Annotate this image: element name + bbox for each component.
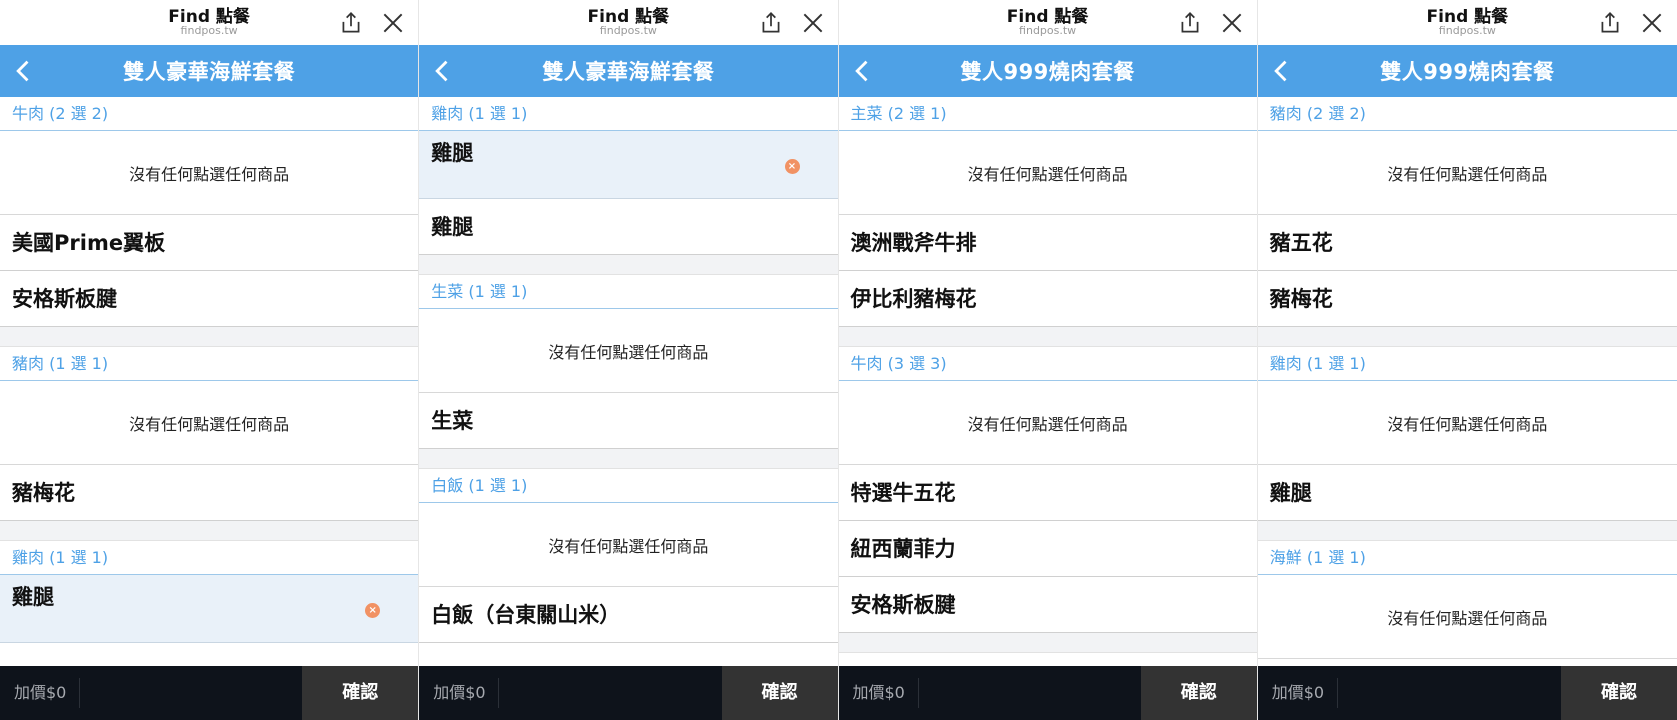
group-divider bbox=[1257, 327, 1677, 347]
option-groups: 豬肉 (2 選 2) 沒有任何點選任何商品 豬五花 豬梅花 雞肉 (1 選 1)… bbox=[1257, 97, 1677, 666]
option-item[interactable]: 雞腿 bbox=[419, 199, 838, 255]
confirm-button[interactable]: 確認 bbox=[302, 666, 419, 720]
extra-price-label: 加價$0 bbox=[1258, 678, 1338, 708]
option-item[interactable]: 安格斯板腱 bbox=[0, 271, 419, 327]
remove-selection-icon[interactable]: × bbox=[365, 603, 381, 618]
confirm-button[interactable]: 確認 bbox=[721, 666, 838, 720]
set-header: 雙人999燒肉套餐 bbox=[838, 45, 1257, 97]
option-groups: 雞肉 (1 選 1) 雞腿 × 雞腿 生菜 (1 選 1) 沒有任何點選任何商品… bbox=[419, 97, 838, 666]
phone-screen-4: Find 點餐 findpos.tw 雙人999燒肉套餐 豬肉 (2 選 2) … bbox=[1257, 0, 1677, 720]
close-icon[interactable] bbox=[380, 10, 406, 36]
share-icon[interactable] bbox=[758, 10, 784, 36]
empty-selection-text: 沒有任何點選任何商品 bbox=[1257, 131, 1677, 215]
extra-price-label: 加價$0 bbox=[839, 678, 919, 708]
empty-selection-text: 沒有任何點選任何商品 bbox=[0, 381, 419, 465]
option-item[interactable]: 豬五花 bbox=[1257, 215, 1677, 271]
selected-item: 雞腿 × bbox=[0, 575, 419, 643]
set-header: 雙人豪華海鮮套餐 bbox=[0, 45, 419, 97]
empty-selection-text: 沒有任何點選任何商品 bbox=[419, 309, 838, 393]
browser-top-bar: Find 點餐 findpos.tw bbox=[838, 0, 1257, 45]
phone-screen-2: Find 點餐 findpos.tw 雙人豪華海鮮套餐 雞肉 (1 選 1) 雞… bbox=[419, 0, 839, 720]
browser-top-bar: Find 點餐 findpos.tw bbox=[1257, 0, 1677, 45]
empty-selection-text: 沒有任何點選任何商品 bbox=[1257, 575, 1677, 659]
group-divider bbox=[838, 327, 1257, 347]
group-title: 豬肉 (1 選 1) bbox=[0, 347, 419, 381]
footer-bar: 加價$0 確認 bbox=[419, 666, 838, 720]
option-item[interactable]: 安格斯板腱 bbox=[838, 577, 1257, 633]
confirm-button[interactable]: 確認 bbox=[1140, 666, 1257, 720]
option-item[interactable]: 豬梅花 bbox=[0, 465, 419, 521]
footer-bar: 加價$0 確認 bbox=[838, 666, 1257, 720]
group-title: 雞肉 (1 選 1) bbox=[419, 97, 838, 131]
group-title: 牛肉 (3 選 3) bbox=[838, 347, 1257, 381]
back-chevron-icon[interactable] bbox=[10, 57, 38, 85]
browser-top-bar: Find 點餐 findpos.tw bbox=[419, 0, 838, 45]
phone-screen-3: Find 點餐 findpos.tw 雙人999燒肉套餐 主菜 (2 選 1) … bbox=[838, 0, 1258, 720]
empty-selection-text: 沒有任何點選任何商品 bbox=[419, 503, 838, 587]
group-title: 海鮮 (1 選 1) bbox=[1257, 541, 1677, 575]
option-item[interactable]: 生菜 bbox=[419, 393, 838, 449]
browser-top-bar: Find 點餐 findpos.tw bbox=[0, 0, 419, 45]
set-header: 雙人豪華海鮮套餐 bbox=[419, 45, 838, 97]
phone-screen-1: Find 點餐 findpos.tw 雙人豪華海鮮套餐 牛肉 (2 選 2) 沒… bbox=[0, 0, 420, 720]
screens-container: Find 點餐 findpos.tw 雙人豪華海鮮套餐 牛肉 (2 選 2) 沒… bbox=[0, 0, 1677, 720]
group-title: 生菜 (1 選 1) bbox=[419, 275, 838, 309]
group-title: 豬肉 (2 選 2) bbox=[1257, 97, 1677, 131]
option-groups: 牛肉 (2 選 2) 沒有任何點選任何商品 美國Prime翼板 安格斯板腱 豬肉… bbox=[0, 97, 419, 666]
footer-bar: 加價$0 確認 bbox=[0, 666, 419, 720]
option-groups: 主菜 (2 選 1) 沒有任何點選任何商品 澳洲戰斧牛排 伊比利豬梅花 牛肉 (… bbox=[838, 97, 1257, 666]
group-title: 雞肉 (1 選 1) bbox=[0, 541, 419, 575]
group-divider bbox=[1257, 521, 1677, 541]
option-item[interactable]: 美國Prime翼板 bbox=[0, 215, 419, 271]
group-divider bbox=[419, 255, 838, 275]
back-chevron-icon[interactable] bbox=[1268, 57, 1296, 85]
selected-item-label: 雞腿 bbox=[431, 141, 474, 165]
empty-selection-text: 沒有任何點選任何商品 bbox=[838, 381, 1257, 465]
selected-item-label: 雞腿 bbox=[12, 585, 54, 609]
close-icon[interactable] bbox=[1219, 10, 1245, 36]
set-header: 雙人999燒肉套餐 bbox=[1257, 45, 1677, 97]
empty-selection-text: 沒有任何點選任何商品 bbox=[838, 131, 1257, 215]
close-icon[interactable] bbox=[1639, 10, 1665, 36]
group-divider bbox=[0, 327, 419, 347]
back-chevron-icon[interactable] bbox=[429, 57, 457, 85]
set-title: 雙人豪華海鮮套餐 bbox=[542, 60, 715, 84]
group-title: 白飯 (1 選 1) bbox=[419, 469, 838, 503]
option-item[interactable]: 白飯（台東關山米） bbox=[419, 587, 838, 643]
remove-selection-icon[interactable]: × bbox=[784, 159, 800, 174]
set-title: 雙人999燒肉套餐 bbox=[1380, 60, 1555, 84]
back-chevron-icon[interactable] bbox=[849, 57, 877, 85]
group-title: 牛肉 (2 選 2) bbox=[0, 97, 419, 131]
set-title: 雙人豪華海鮮套餐 bbox=[123, 60, 296, 84]
selected-item: 雞腿 × bbox=[419, 131, 838, 199]
share-icon[interactable] bbox=[1597, 10, 1623, 36]
confirm-button[interactable]: 確認 bbox=[1561, 666, 1677, 720]
group-divider bbox=[0, 521, 419, 541]
extra-price-label: 加價$0 bbox=[419, 678, 500, 708]
group-title: 雞肉 (1 選 1) bbox=[1257, 347, 1677, 381]
share-icon[interactable] bbox=[338, 10, 364, 36]
option-item[interactable]: 豬梅花 bbox=[1257, 271, 1677, 327]
option-item[interactable]: 紐西蘭菲力 bbox=[838, 521, 1257, 577]
group-title: 主菜 (2 選 1) bbox=[838, 97, 1257, 131]
option-item[interactable]: 伊比利豬梅花 bbox=[838, 271, 1257, 327]
option-item[interactable]: 雞腿 bbox=[1257, 465, 1677, 521]
set-title: 雙人999燒肉套餐 bbox=[960, 60, 1135, 84]
option-item[interactable]: 澳洲戰斧牛排 bbox=[838, 215, 1257, 271]
group-divider bbox=[419, 449, 838, 469]
footer-bar: 加價$0 確認 bbox=[1257, 666, 1677, 720]
share-icon[interactable] bbox=[1177, 10, 1203, 36]
empty-selection-text: 沒有任何點選任何商品 bbox=[0, 131, 419, 215]
group-divider bbox=[838, 633, 1257, 653]
extra-price-label: 加價$0 bbox=[0, 678, 80, 708]
option-item[interactable]: 特選牛五花 bbox=[838, 465, 1257, 521]
empty-selection-text: 沒有任何點選任何商品 bbox=[1257, 381, 1677, 465]
close-icon[interactable] bbox=[800, 10, 826, 36]
